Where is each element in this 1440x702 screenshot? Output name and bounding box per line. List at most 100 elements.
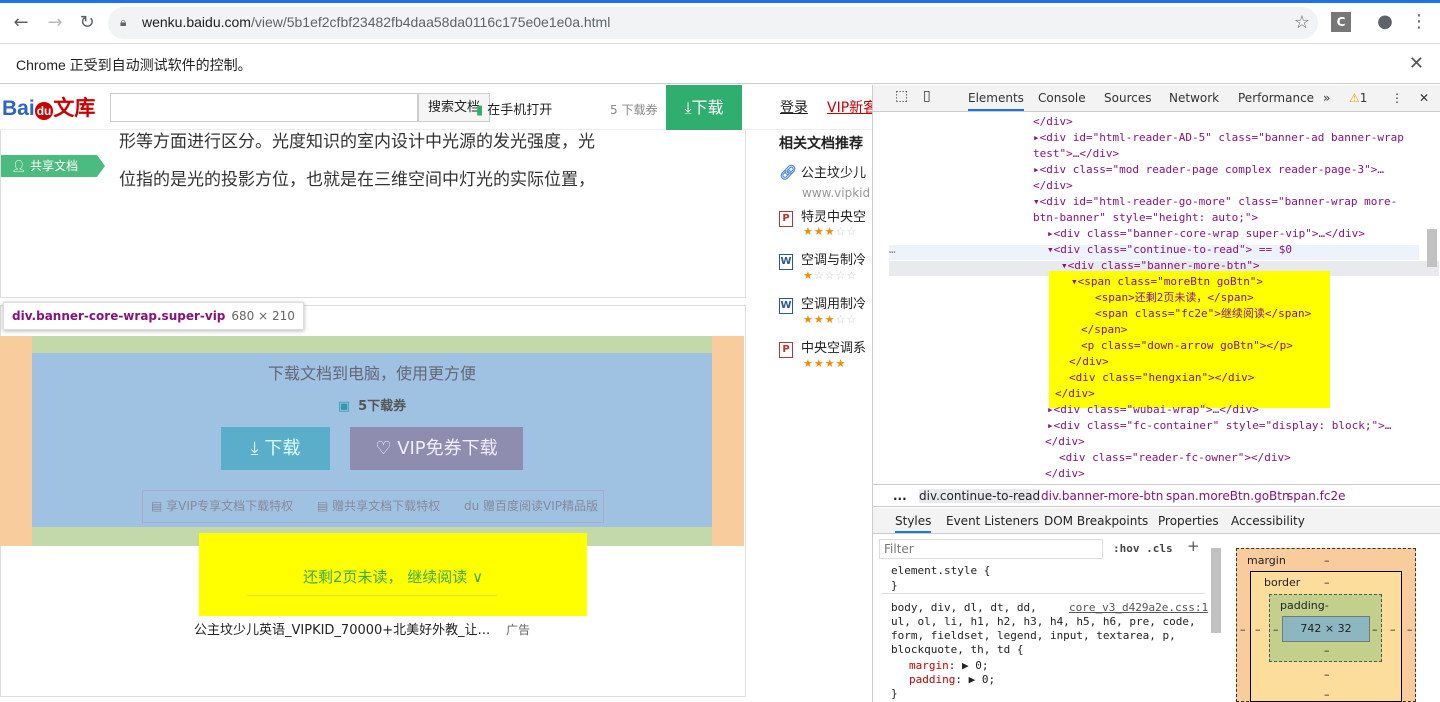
tab-elements[interactable]: Elements (968, 91, 1024, 111)
word-icon: W (779, 298, 793, 314)
tab-sources[interactable]: Sources (1104, 91, 1151, 105)
search-input[interactable] (110, 93, 418, 122)
tree-node[interactable]: <p class="down-arrow goBtn"></p> (1081, 338, 1293, 353)
box-value: – (1372, 623, 1378, 636)
tree-node[interactable]: <div class="reader-fc-owner"></div> (1059, 450, 1291, 465)
tree-node-selected[interactable]: ▾<div class="continue-to-read"> == $0 (1047, 242, 1292, 257)
tab-styles[interactable]: Styles (895, 514, 932, 533)
styles-filter-input[interactable]: Filter (879, 539, 1103, 559)
tree-node[interactable]: </div> (1069, 354, 1109, 369)
chevron-down-icon: ∨ (472, 568, 484, 586)
tab-network[interactable]: Network (1169, 91, 1219, 105)
menu-icon[interactable]: ⋮ (1409, 12, 1429, 32)
device-toolbar-icon[interactable]: ▯ (923, 88, 931, 104)
breadcrumb-item[interactable]: span.fc2e (1287, 489, 1345, 503)
continue-reading-button[interactable]: 还剩2页未读， 继续阅读 ∨ (199, 566, 587, 587)
css-source-link[interactable]: core_v3_d429a2e.css:1 (1069, 601, 1208, 614)
back-icon[interactable]: ← (10, 12, 32, 34)
breadcrumb-item[interactable]: div.continue-to-read (919, 489, 1041, 503)
related-title: 相关文档推荐 (779, 136, 863, 152)
doc-line: 形等方面进行区分。光度知识的室内设计中光源的发光强度，光 (119, 132, 595, 152)
inspect-icon[interactable]: ⬚ (895, 88, 908, 104)
bookmark-star-icon[interactable]: ☆ (1294, 12, 1310, 33)
related-item[interactable]: 🔗︎ 公主坟少儿 (779, 162, 866, 182)
tree-node[interactable]: ▸<div class="fc-container" style="displa… (1047, 418, 1391, 433)
tree-node[interactable]: ▾<div class="banner-more-btn"> (1061, 258, 1260, 273)
tree-node[interactable]: </span> (1081, 322, 1127, 337)
vip-link[interactable]: VIP新客 (827, 97, 872, 117)
settings-menu-icon[interactable]: ⋮ (1391, 91, 1403, 105)
breadcrumb-item[interactable]: span.moreBtn.goBtn (1166, 489, 1290, 503)
baidu-wenku-logo[interactable]: Bai du文库 (2, 92, 95, 122)
tree-node[interactable]: </div> (1045, 434, 1085, 449)
rating-stars: ★☆☆☆☆ (803, 269, 858, 282)
login-link[interactable]: 登录 (780, 97, 808, 117)
tab-dom-breakpoints[interactable]: DOM Breakpoints (1044, 514, 1148, 528)
scrollbar[interactable] (1427, 229, 1437, 267)
tree-node[interactable]: ▾<div id="html-reader-go-more" class="ba… (1033, 194, 1397, 209)
tree-node[interactable]: ▸<div class="mod reader-page complex rea… (1033, 162, 1384, 177)
tree-node[interactable]: btn-banner" style="height: auto;"> (1033, 210, 1258, 225)
tree-node[interactable]: </div> (1055, 386, 1095, 401)
box-model-content: 742 × 32 (1282, 616, 1370, 642)
document-page: 👤︎ 共享文档 形等方面进行区分。光度知识的室内设计中光源的发光强度，光 位指的… (0, 130, 746, 298)
hover-state-toggle[interactable]: :hov .cls (1113, 542, 1173, 555)
box-value: – (1324, 668, 1330, 681)
devtools-panel: ⬚ ▯ Elements Console Sources Network Per… (872, 85, 1440, 702)
scrollbar[interactable] (1211, 548, 1221, 633)
ad-link[interactable]: 公主坟少儿英语_VIPKID_70000+北美好外教_让... 广告 (194, 619, 530, 638)
tree-node[interactable]: test">…</div> (1033, 146, 1119, 161)
page-viewport: Bai du文库 搜索文档 ▮ 在手机打开 5 下载券 ⤓下载 登录 VIP新客 … (0, 85, 872, 702)
tree-node[interactable]: </div> (1033, 114, 1073, 129)
element-style-rule[interactable]: element.style { (891, 564, 990, 578)
close-devtools-icon[interactable]: ✕ (1419, 91, 1429, 105)
tab-accessibility[interactable]: Accessibility (1231, 514, 1305, 528)
phone-icon: ▮ (476, 103, 484, 118)
box-label-margin: margin (1247, 554, 1286, 567)
mobile-open-link[interactable]: ▮ 在手机打开 (476, 99, 552, 118)
tree-node[interactable]: <span>还剩2页未读，</span> (1095, 290, 1254, 305)
breadcrumb-item[interactable]: div.banner-more-btn (1041, 489, 1163, 503)
banner-ticket: ▣ 5下载券 (337, 399, 407, 414)
tree-node[interactable]: <span class="fc2e">继续阅读</span> (1095, 306, 1311, 321)
tab-properties[interactable]: Properties (1158, 514, 1219, 528)
tree-node[interactable]: ▸<div id="html-reader-AD-5" class="banne… (1033, 130, 1404, 145)
related-item[interactable]: W 空调用制冷 (779, 293, 866, 314)
css-selector[interactable]: ul, ol, li, h1, h2, h3, h4, h5, h6, pre,… (891, 615, 1196, 629)
tree-node[interactable]: </div> (1033, 178, 1073, 193)
css-property[interactable]: padding: ▶ 0; (909, 673, 995, 687)
tab-performance[interactable]: Performance (1238, 91, 1314, 105)
address-bar[interactable]: 🔒︎ wenku.baidu.com/view/5b1ef2cfbf23482f… (108, 7, 1318, 39)
css-selector[interactable]: blockquote, th, td { (891, 643, 1023, 657)
css-property[interactable]: margin: ▶ 0; (909, 659, 989, 673)
related-item[interactable]: P 特灵中央空 (779, 206, 866, 227)
tree-node[interactable]: ▸<div class="banner-core-wrap super-vip"… (1047, 226, 1365, 241)
extension-icon[interactable]: C (1331, 12, 1351, 32)
add-rule-icon[interactable]: + (1187, 537, 1200, 555)
related-item[interactable]: P 中央空调系 (779, 337, 866, 358)
breadcrumb-item[interactable]: ... (893, 489, 907, 503)
profile-icon[interactable]: ● (1375, 12, 1395, 32)
warnings-badge[interactable]: ⚠1 (1349, 91, 1367, 105)
forward-icon[interactable]: → (44, 12, 66, 34)
more-tabs-icon[interactable]: » (1323, 91, 1330, 105)
dom-tree[interactable]: </div> ▸<div id="html-reader-AD-5" class… (873, 112, 1440, 484)
download-button[interactable]: ⤓下载 (666, 85, 742, 130)
banner-vip-download-button[interactable]: ♡ VIP免券下载 (350, 427, 523, 470)
banner-download-button[interactable]: ⤓ 下载 (221, 427, 330, 470)
css-selector[interactable]: body, div, dl, dt, dd, (891, 601, 1037, 615)
tree-node[interactable]: ▾<span class="moreBtn goBtn"> (1071, 274, 1263, 289)
class-toggle[interactable]: .cls (1146, 542, 1173, 555)
tree-node[interactable]: ▸<div class="wubai-wrap">…</div> (1047, 402, 1259, 417)
devtools-tabbar: ⬚ ▯ Elements Console Sources Network Per… (873, 85, 1440, 112)
tab-event-listeners[interactable]: Event Listeners (946, 514, 1039, 528)
tree-node[interactable]: <div class="hengxian"></div> (1069, 370, 1254, 385)
reload-icon[interactable]: ↻ (76, 12, 98, 34)
tree-node[interactable]: </div> (1045, 466, 1085, 481)
related-item[interactable]: W 空调与制冷 (779, 249, 866, 270)
close-icon[interactable]: ✕ (1409, 53, 1424, 74)
feature-item: du 赠百度阅读VIP精品版 (463, 499, 599, 513)
css-selector[interactable]: form, fieldset, legend, input, textarea,… (891, 629, 1176, 643)
ellipsis-icon[interactable]: … (889, 242, 896, 257)
tab-console[interactable]: Console (1038, 91, 1086, 105)
